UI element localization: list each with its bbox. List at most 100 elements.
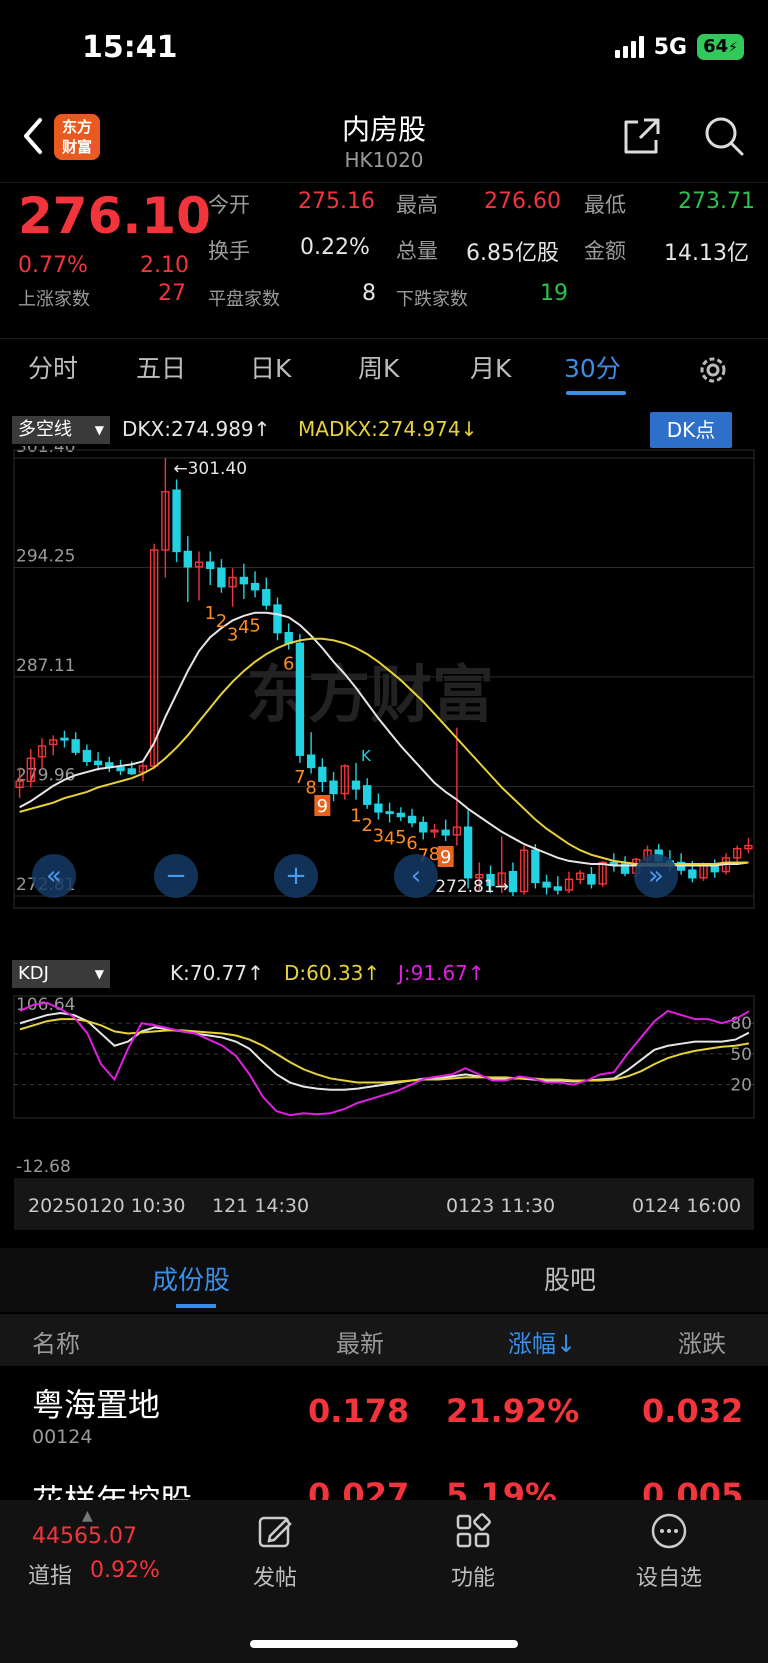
add-watchlist-button[interactable]: 设自选 <box>624 1512 714 1592</box>
td-count-label: 7 <box>294 767 305 788</box>
candle-body <box>385 811 394 815</box>
last-price: 276.10 <box>18 187 211 245</box>
status-indicators: 5G 64⚡ <box>614 34 744 60</box>
y-tick-label: 294.25 <box>16 547 75 567</box>
candlestick-chart[interactable]: 301.40294.25287.11279.96272.81东方财富←301.4… <box>0 446 768 958</box>
tab-30min[interactable]: 30分 <box>564 349 621 385</box>
post-label: 发帖 <box>252 1566 297 1591</box>
td-count-label: 1 <box>350 806 361 827</box>
stock-name: 粤海置地 <box>32 1386 161 1424</box>
candle-body <box>306 754 316 769</box>
zoom-in-icon[interactable]: + <box>274 854 318 898</box>
double-left-icon[interactable]: « <box>32 854 76 898</box>
add-watchlist-label: 设自选 <box>635 1566 702 1591</box>
chevron-down-icon: ▼ <box>94 423 104 437</box>
chevron-down-icon: ▼ <box>94 967 104 981</box>
battery-icon: 64⚡ <box>697 34 744 60</box>
change-percent: 0.77% <box>18 253 88 278</box>
up-count: 27 <box>158 281 186 306</box>
status-bar: 15:41 5G 64⚡ <box>0 0 768 100</box>
candle-body <box>318 766 327 782</box>
section-tab-indicator <box>176 1304 216 1308</box>
candle-body <box>71 739 80 753</box>
tab-intraday[interactable]: 分时 <box>28 349 78 385</box>
candle-body <box>508 870 518 893</box>
network-type: 5G <box>653 34 688 60</box>
open-value: 275.16 <box>298 189 375 214</box>
candle-body <box>60 737 69 741</box>
list-item[interactable]: 花样年控股 0.027 5.19% 0.005 <box>0 1466 768 1500</box>
kdj-line-k <box>19 1012 750 1091</box>
high-value: 276.60 <box>484 189 561 214</box>
stock-change: 0.032 <box>642 1392 744 1430</box>
candle-body <box>82 749 92 763</box>
bottom-bar: ▲ 44565.07 道指 0.92% 发帖 功能 设自选 <box>0 1500 768 1663</box>
double-right-icon[interactable]: » <box>634 854 678 898</box>
control-button-glyph: ‹ <box>411 861 421 891</box>
flat-count-label: 平盘家数 <box>208 289 280 310</box>
td-count-label: 1 <box>204 603 215 624</box>
dk-point-button[interactable]: DK点 <box>650 412 732 448</box>
candle-body <box>587 874 596 885</box>
battery-level: 64 <box>703 36 729 57</box>
right-tick-label: 80 <box>730 1014 752 1034</box>
up-count-label: 上涨家数 <box>18 289 90 310</box>
col-change-pct[interactable]: 涨幅↓ <box>508 1324 576 1359</box>
gear-icon[interactable] <box>696 353 730 387</box>
candle-body <box>172 489 181 553</box>
down-count-label: 下跌家数 <box>396 289 468 310</box>
candle-body <box>463 826 473 879</box>
td-count-label: 6 <box>406 833 417 854</box>
candle-body <box>206 561 215 570</box>
index-pct: 0.92% <box>90 1558 160 1583</box>
left-icon[interactable]: ‹ <box>394 854 438 898</box>
col-change[interactable]: 涨跌 <box>678 1324 726 1359</box>
candle-body <box>127 768 136 775</box>
col-name[interactable]: 名称 <box>32 1324 80 1359</box>
index-value[interactable]: 44565.07 <box>32 1524 137 1549</box>
sub-indicator-select[interactable]: KDJ ▼ <box>12 960 110 988</box>
stock-pct: 21.92% <box>446 1392 580 1430</box>
candle-body <box>116 766 125 772</box>
status-time: 15:41 <box>82 30 178 65</box>
kdj-header: KDJ ▼ K:70.77↑ D:60.33↑ J:91.67↑ <box>0 958 768 992</box>
control-button-glyph: « <box>46 861 62 891</box>
kdj-chart[interactable]: 805020106.64-12.6820250120 10:30 121 14:3… <box>0 992 768 1242</box>
tab-weekly-k[interactable]: 周K <box>358 349 399 385</box>
j-readout: J:91.67↑ <box>398 961 485 985</box>
stock-name: 花样年控股 <box>32 1476 192 1500</box>
kdj-line-j <box>19 1001 750 1117</box>
tab-constituents[interactable]: 成份股 <box>152 1260 230 1297</box>
tab-monthly-k[interactable]: 月K <box>470 349 511 385</box>
tab-daily-k[interactable]: 日K <box>250 349 291 385</box>
list-item[interactable]: 粤海置地 00124 0.178 21.92% 0.032 <box>0 1368 768 1464</box>
candle-body <box>374 803 383 813</box>
candle-body <box>250 582 260 591</box>
k-mark: K <box>361 747 372 765</box>
candle-body <box>441 829 450 836</box>
x-tick-label: 0124 16:00 <box>632 1195 741 1217</box>
td-count-label: 4 <box>238 617 249 638</box>
candle-body <box>262 589 271 606</box>
main-indicator-select[interactable]: 多空线 ▼ <box>12 416 110 444</box>
col-latest[interactable]: 最新 <box>336 1324 384 1359</box>
zoom-out-icon[interactable]: − <box>154 854 198 898</box>
y-tick-label: -12.68 <box>16 1157 71 1177</box>
function-button[interactable]: 功能 <box>428 1512 518 1592</box>
candle-body <box>217 567 226 588</box>
turnover-label: 换手 <box>208 239 250 263</box>
sub-indicator-label: KDJ <box>18 963 49 984</box>
search-icon[interactable] <box>702 114 746 158</box>
home-indicator <box>250 1640 518 1648</box>
more-icon <box>651 1513 687 1549</box>
down-count: 19 <box>540 281 568 306</box>
stock-change: 0.005 <box>642 1476 744 1500</box>
share-icon[interactable] <box>620 114 664 158</box>
stock-price: 0.027 <box>308 1476 410 1500</box>
tab-five-day[interactable]: 五日 <box>136 349 186 385</box>
tab-forum[interactable]: 股吧 <box>544 1260 596 1297</box>
post-button[interactable]: 发帖 <box>230 1512 320 1592</box>
candle-body <box>239 576 249 585</box>
candle-body <box>419 821 428 833</box>
high-marker: ←301.40 <box>173 459 247 479</box>
